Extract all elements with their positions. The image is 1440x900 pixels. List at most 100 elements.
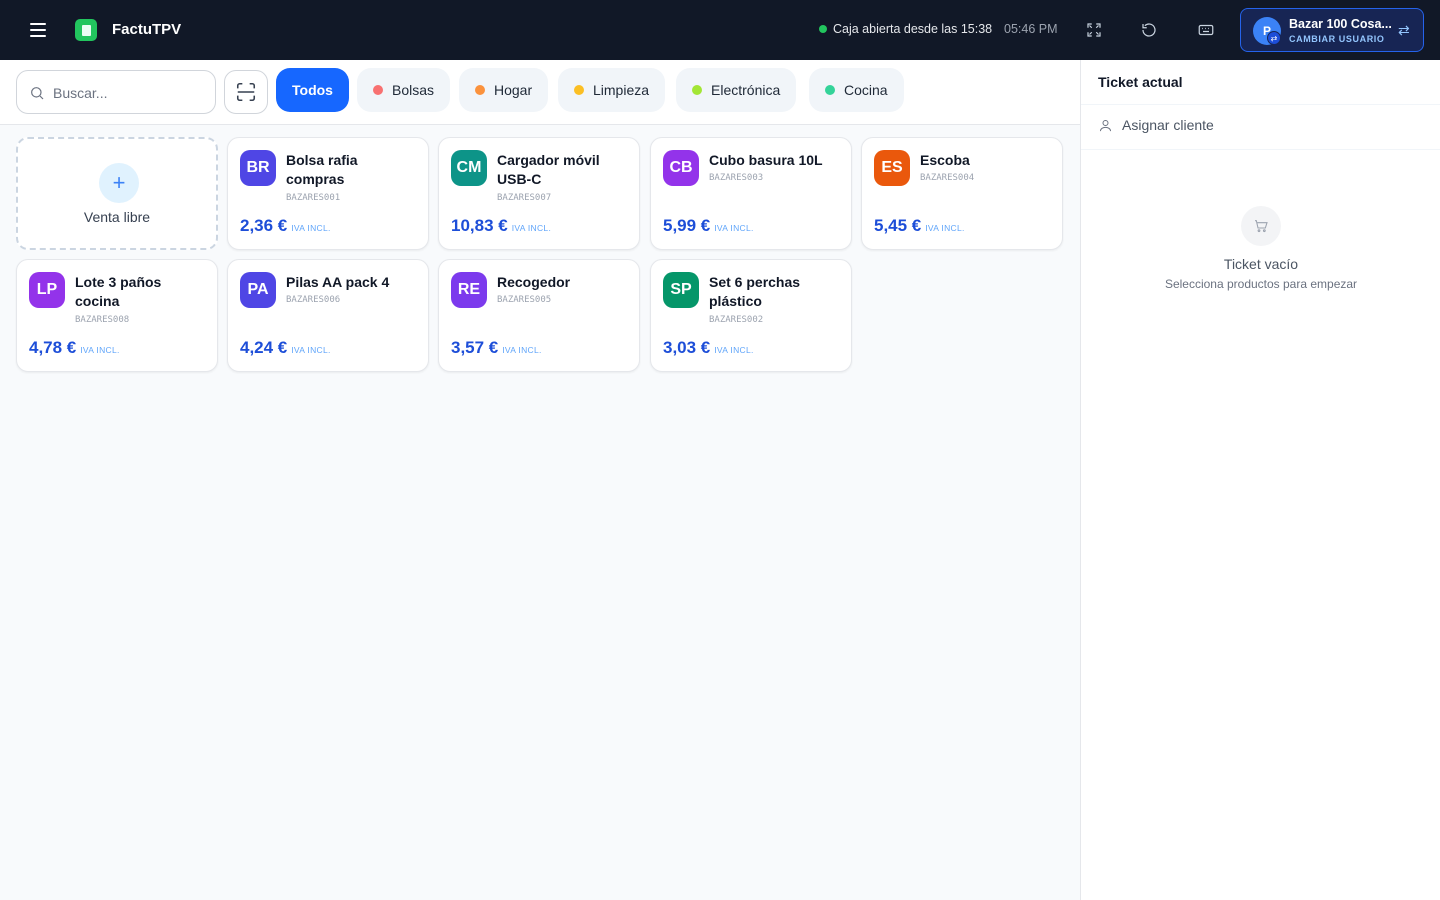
category-chip-todos[interactable]: Todos xyxy=(276,68,349,112)
scan-icon xyxy=(236,82,256,102)
status-dot-icon xyxy=(819,25,827,33)
tax-label: IVA INCL. xyxy=(714,223,754,233)
category-dot-icon xyxy=(373,85,383,95)
tax-label: IVA INCL. xyxy=(714,345,754,355)
product-initials: ES xyxy=(874,150,910,186)
product-price: 3,57 € IVA INCL. xyxy=(451,338,542,358)
product-sku: BAZARES002 xyxy=(709,315,764,325)
product-name: Escoba xyxy=(920,152,970,168)
product-card[interactable]: CB Cubo basura 10L BAZARES003 5,99 € IVA … xyxy=(650,137,852,250)
tax-label: IVA INCL. xyxy=(291,223,331,233)
product-initials: RE xyxy=(451,272,487,308)
tax-label: IVA INCL. xyxy=(925,223,965,233)
product-sku: BAZARES004 xyxy=(920,173,975,183)
product-name: Cargador móvil USB-C xyxy=(497,152,600,187)
product-card[interactable]: LP Lote 3 paños cocina BAZARES008 4,78 €… xyxy=(16,259,218,372)
product-card[interactable]: BR Bolsa rafia compras BAZARES001 2,36 €… xyxy=(227,137,429,250)
divider xyxy=(1081,104,1440,105)
price-value: 4,24 € xyxy=(240,338,288,357)
product-price: 4,24 € IVA INCL. xyxy=(240,338,331,358)
register-status-text: Caja abierta desde las 15:38 xyxy=(833,22,993,36)
product-price: 3,03 € IVA INCL. xyxy=(663,338,754,358)
ticket-title: Ticket actual xyxy=(1098,74,1183,90)
search-input[interactable] xyxy=(53,81,208,105)
assign-client-label: Asignar cliente xyxy=(1122,117,1214,133)
filter-bar: Todos Bolsas Hogar Limpieza Electrónica … xyxy=(0,60,1080,125)
product-initials: CB xyxy=(663,150,699,186)
tax-label: IVA INCL. xyxy=(502,345,542,355)
price-value: 4,78 € xyxy=(29,338,77,357)
price-value: 10,83 € xyxy=(451,216,508,235)
tax-label: IVA INCL. xyxy=(511,223,552,233)
product-sku: BAZARES006 xyxy=(286,295,341,305)
price-value: 5,99 € xyxy=(663,216,711,235)
tax-label: IVA INCL. xyxy=(80,345,120,355)
assign-client-button[interactable]: Asignar cliente xyxy=(1098,117,1214,133)
product-card[interactable]: ES Escoba BAZARES004 5,45 € IVA INCL. xyxy=(861,137,1063,250)
user-name: Bazar 100 Cosa... xyxy=(1289,17,1392,31)
barcode-scan-button[interactable] xyxy=(224,70,268,114)
category-dot-icon xyxy=(475,85,485,95)
top-bar: FactuTPV Caja abierta desde las 15:38 05… xyxy=(0,0,1440,60)
swap-badge-icon: ⇄ xyxy=(1267,31,1281,45)
product-price: 5,99 € IVA INCL. xyxy=(663,216,754,236)
price-value: 3,57 € xyxy=(451,338,499,357)
switch-user-button[interactable]: P ⇄ Bazar 100 Cosa... CAMBIAR USUARIO ⇄ xyxy=(1240,8,1424,52)
category-dot-icon xyxy=(692,85,702,95)
product-name: Cubo basura 10L xyxy=(709,152,823,168)
product-price: 10,83 € IVA INCL. xyxy=(451,216,551,236)
app-logo xyxy=(75,19,97,41)
expand-icon[interactable] xyxy=(1084,20,1104,40)
product-name: Recogedor xyxy=(497,274,571,290)
product-initials: CM xyxy=(451,150,487,186)
free-sale-button[interactable]: + Venta libre xyxy=(16,137,218,250)
register-status: Caja abierta desde las 15:38 xyxy=(819,22,992,36)
product-initials: BR xyxy=(240,150,276,186)
clock: 05:46 PM xyxy=(1004,22,1058,36)
ticket-panel: Ticket actual Asignar cliente Ticket vac… xyxy=(1080,60,1440,900)
category-label: Bolsas xyxy=(392,82,435,98)
price-value: 5,45 € xyxy=(874,216,922,235)
category-label: Cocina xyxy=(844,82,888,98)
product-sku: BAZARES008 xyxy=(75,315,130,325)
product-card[interactable]: RE Recogedor BAZARES005 3,57 € IVA INCL. xyxy=(438,259,640,372)
product-name: Set 6 perchas plástico xyxy=(709,274,801,309)
divider xyxy=(1081,149,1440,150)
empty-ticket-title: Ticket vacío xyxy=(1223,256,1299,272)
category-chip-electronica[interactable]: Electrónica xyxy=(676,68,797,112)
product-price: 4,78 € IVA INCL. xyxy=(29,338,120,358)
product-card[interactable]: SP Set 6 perchas plástico BAZARES002 3,0… xyxy=(650,259,852,372)
product-name: Bolsa rafia compras xyxy=(286,152,358,187)
switch-user-label: CAMBIAR USUARIO xyxy=(1289,34,1385,44)
product-name: Pilas AA pack 4 xyxy=(286,274,390,290)
product-card[interactable]: PA Pilas AA pack 4 BAZARES006 4,24 € IVA … xyxy=(227,259,429,372)
product-card[interactable]: CM Cargador móvil USB-C BAZARES007 10,83… xyxy=(438,137,640,250)
category-chip-cocina[interactable]: Cocina xyxy=(809,68,904,112)
product-initials: PA xyxy=(240,272,276,308)
keyboard-icon[interactable] xyxy=(1196,20,1216,40)
search-box xyxy=(16,70,216,114)
app-title: FactuTPV xyxy=(112,21,182,38)
price-value: 3,03 € xyxy=(663,338,711,357)
swap-icon: ⇄ xyxy=(1398,22,1410,38)
category-chip-limpieza[interactable]: Limpieza xyxy=(558,68,666,112)
menu-icon[interactable] xyxy=(26,18,50,42)
category-chip-hogar[interactable]: Hogar xyxy=(459,68,549,112)
category-dot-icon xyxy=(825,85,835,95)
product-sku: BAZARES005 xyxy=(497,295,552,305)
product-price: 5,45 € IVA INCL. xyxy=(874,216,965,236)
tax-label: IVA INCL. xyxy=(291,345,331,355)
user-icon xyxy=(1100,119,1111,131)
category-label: Todos xyxy=(292,82,333,98)
product-sku: BAZARES001 xyxy=(286,193,341,203)
search-icon xyxy=(31,87,44,100)
refresh-icon[interactable] xyxy=(1139,20,1159,40)
empty-ticket-subtitle: Selecciona productos para empezar xyxy=(1164,277,1358,291)
category-chip-bolsas[interactable]: Bolsas xyxy=(357,68,451,112)
product-initials: SP xyxy=(663,272,699,308)
product-sku: BAZARES003 xyxy=(709,173,764,183)
product-initials: LP xyxy=(29,272,65,308)
product-name: Lote 3 paños cocina xyxy=(75,274,162,309)
category-label: Electrónica xyxy=(711,82,781,98)
plus-icon: + xyxy=(99,163,139,203)
